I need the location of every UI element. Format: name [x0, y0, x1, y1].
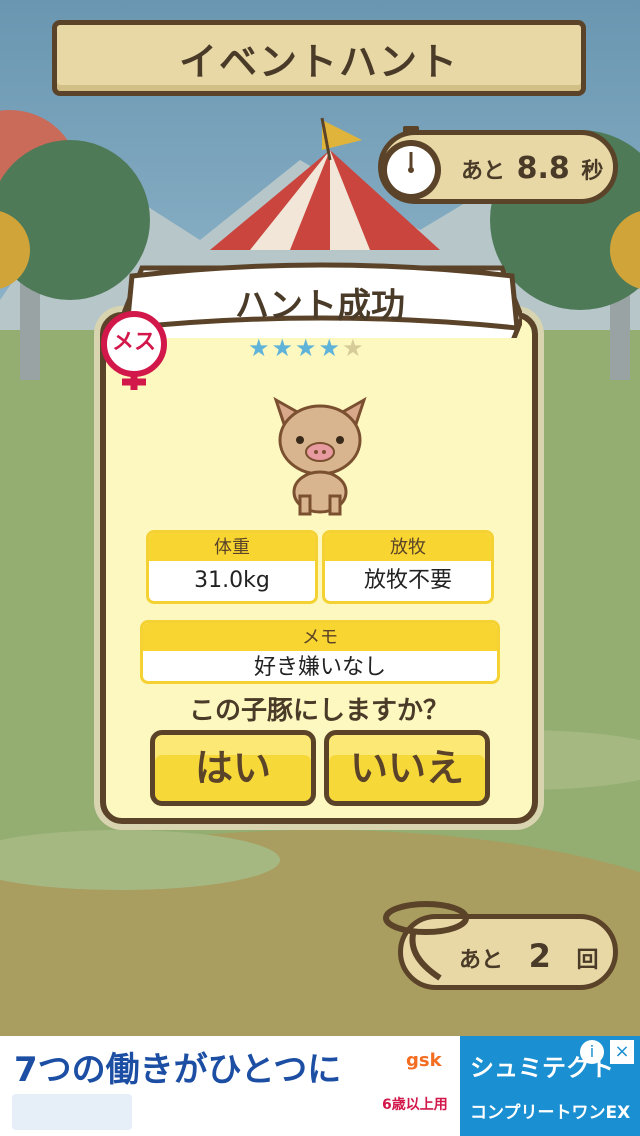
- confirmation-question: この子豚にしますか？: [188, 696, 449, 726]
- gender-label: メス: [111, 330, 156, 355]
- ad-headline: 7つの働きがひとつに: [14, 1050, 342, 1090]
- grazing-label: 放牧: [325, 533, 491, 561]
- lasso-icon: [383, 901, 469, 981]
- ad-product-name: コンプリートワンEX: [470, 1103, 631, 1123]
- rarity-stars: ★★★★★: [248, 334, 366, 362]
- star-icon: ★: [342, 334, 366, 362]
- piglet-image: [273, 396, 367, 516]
- remaining-value: 2: [528, 937, 551, 975]
- stopwatch-icon: [381, 126, 441, 200]
- event-title: イベントハント: [178, 39, 459, 84]
- star-icon: ★: [318, 334, 343, 362]
- star-icon: ★: [248, 334, 272, 362]
- star-icon: ★: [271, 334, 296, 362]
- remaining-unit: 回: [576, 948, 599, 973]
- ad-sponsor-logo: gsk: [406, 1050, 442, 1071]
- ad-age-note: 6歳以上用: [382, 1097, 448, 1113]
- memo-label: メモ: [143, 623, 497, 651]
- timer-unit: 秒: [581, 159, 604, 184]
- yes-button[interactable]: はい: [150, 730, 316, 806]
- star-icon: ★: [295, 334, 319, 362]
- memo-card: メモ 好き嫌いなし: [140, 620, 500, 684]
- timer-prefix: あと: [461, 159, 506, 184]
- ad-info-icon[interactable]: i: [580, 1040, 604, 1064]
- ad-product-image: [12, 1094, 132, 1130]
- memo-value: 好き嫌いなし: [253, 655, 386, 680]
- grazing-card: 放牧 放牧不要: [322, 530, 494, 604]
- no-button[interactable]: いいえ: [324, 730, 490, 806]
- weight-value: 31.0kg: [194, 568, 270, 593]
- event-title-board: イベントハント: [52, 20, 586, 96]
- weight-label: 体重: [149, 533, 315, 561]
- grazing-value: 放牧不要: [363, 568, 452, 593]
- timer-value: 8.8: [516, 151, 570, 186]
- weight-card: 体重 31.0kg: [146, 530, 318, 604]
- ad-banner[interactable]: 7つの働きがひとつに gsk 6歳以上用 シュミテクト コンプリートワンEX i…: [0, 1036, 640, 1136]
- ad-close-icon[interactable]: ×: [610, 1040, 634, 1064]
